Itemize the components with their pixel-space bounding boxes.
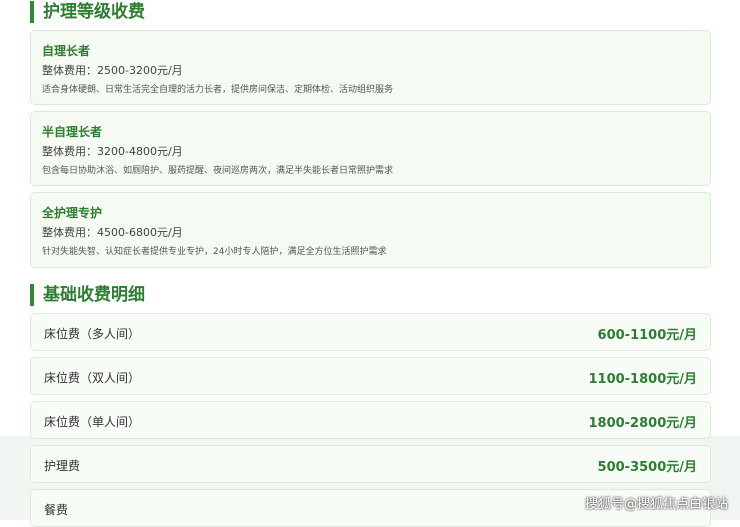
fee-row-single-room: 床位费（单人间） 1800-2800元/月 — [30, 401, 711, 439]
care-level-card-full: 全护理专护 整体费用：4500-6800元/月 针对失能失智、认知症长者提供专业… — [30, 192, 711, 268]
care-level-card-self: 自理长者 整体费用：2500-3200元/月 适合身体硬朗、日常生活完全自理的活… — [30, 30, 711, 105]
care-level-description: 针对失能失智、认知症长者提供专业专护，24小时专人陪护，满足全方位生活照护需求 — [42, 247, 387, 257]
section-title-care-levels: 护理等级收费 — [30, 1, 145, 23]
fee-name: 护理费 — [44, 459, 81, 473]
care-level-name: 半自理长者 — [42, 125, 103, 139]
care-level-card-semi: 半自理长者 整体费用：3200-4800元/月 包含每日协助沐浴、如厕陪护、服药… — [30, 111, 711, 186]
fee-row-nursing: 护理费 500-3500元/月 — [30, 445, 711, 483]
fee-row-multi-bed: 床位费（多人间） 600-1100元/月 — [30, 313, 711, 351]
care-level-price: 整体费用：4500-6800元/月 — [42, 226, 183, 239]
care-level-name: 全护理专护 — [42, 206, 103, 220]
fee-name: 餐费 — [44, 503, 69, 517]
watermark: 搜狐号@搜狐焦点白银站 — [584, 497, 728, 512]
fee-value: 600-1100元/月 — [597, 328, 697, 343]
fee-value: 500-3500元/月 — [597, 460, 697, 475]
fee-name: 床位费（双人间） — [44, 371, 141, 385]
fee-name: 床位费（多人间） — [44, 327, 141, 341]
fee-value: 1100-1800元/月 — [588, 372, 697, 387]
care-level-price: 整体费用：3200-4800元/月 — [42, 145, 183, 158]
care-level-price: 整体费用：2500-3200元/月 — [42, 64, 183, 77]
fee-name: 床位费（单人间） — [44, 415, 141, 429]
fee-value: 1800-2800元/月 — [588, 416, 697, 431]
section-title-basic-fees: 基础收费明细 — [30, 284, 145, 306]
care-level-description: 适合身体硬朗、日常生活完全自理的活力长者，提供房间保洁、定期体检、活动组织服务 — [42, 85, 394, 95]
care-level-name: 自理长者 — [42, 44, 91, 58]
care-level-description: 包含每日协助沐浴、如厕陪护、服药提醒、夜间巡房两次，满足半失能长者日常照护需求 — [42, 166, 394, 176]
fee-row-double-room: 床位费（双人间） 1100-1800元/月 — [30, 357, 711, 395]
